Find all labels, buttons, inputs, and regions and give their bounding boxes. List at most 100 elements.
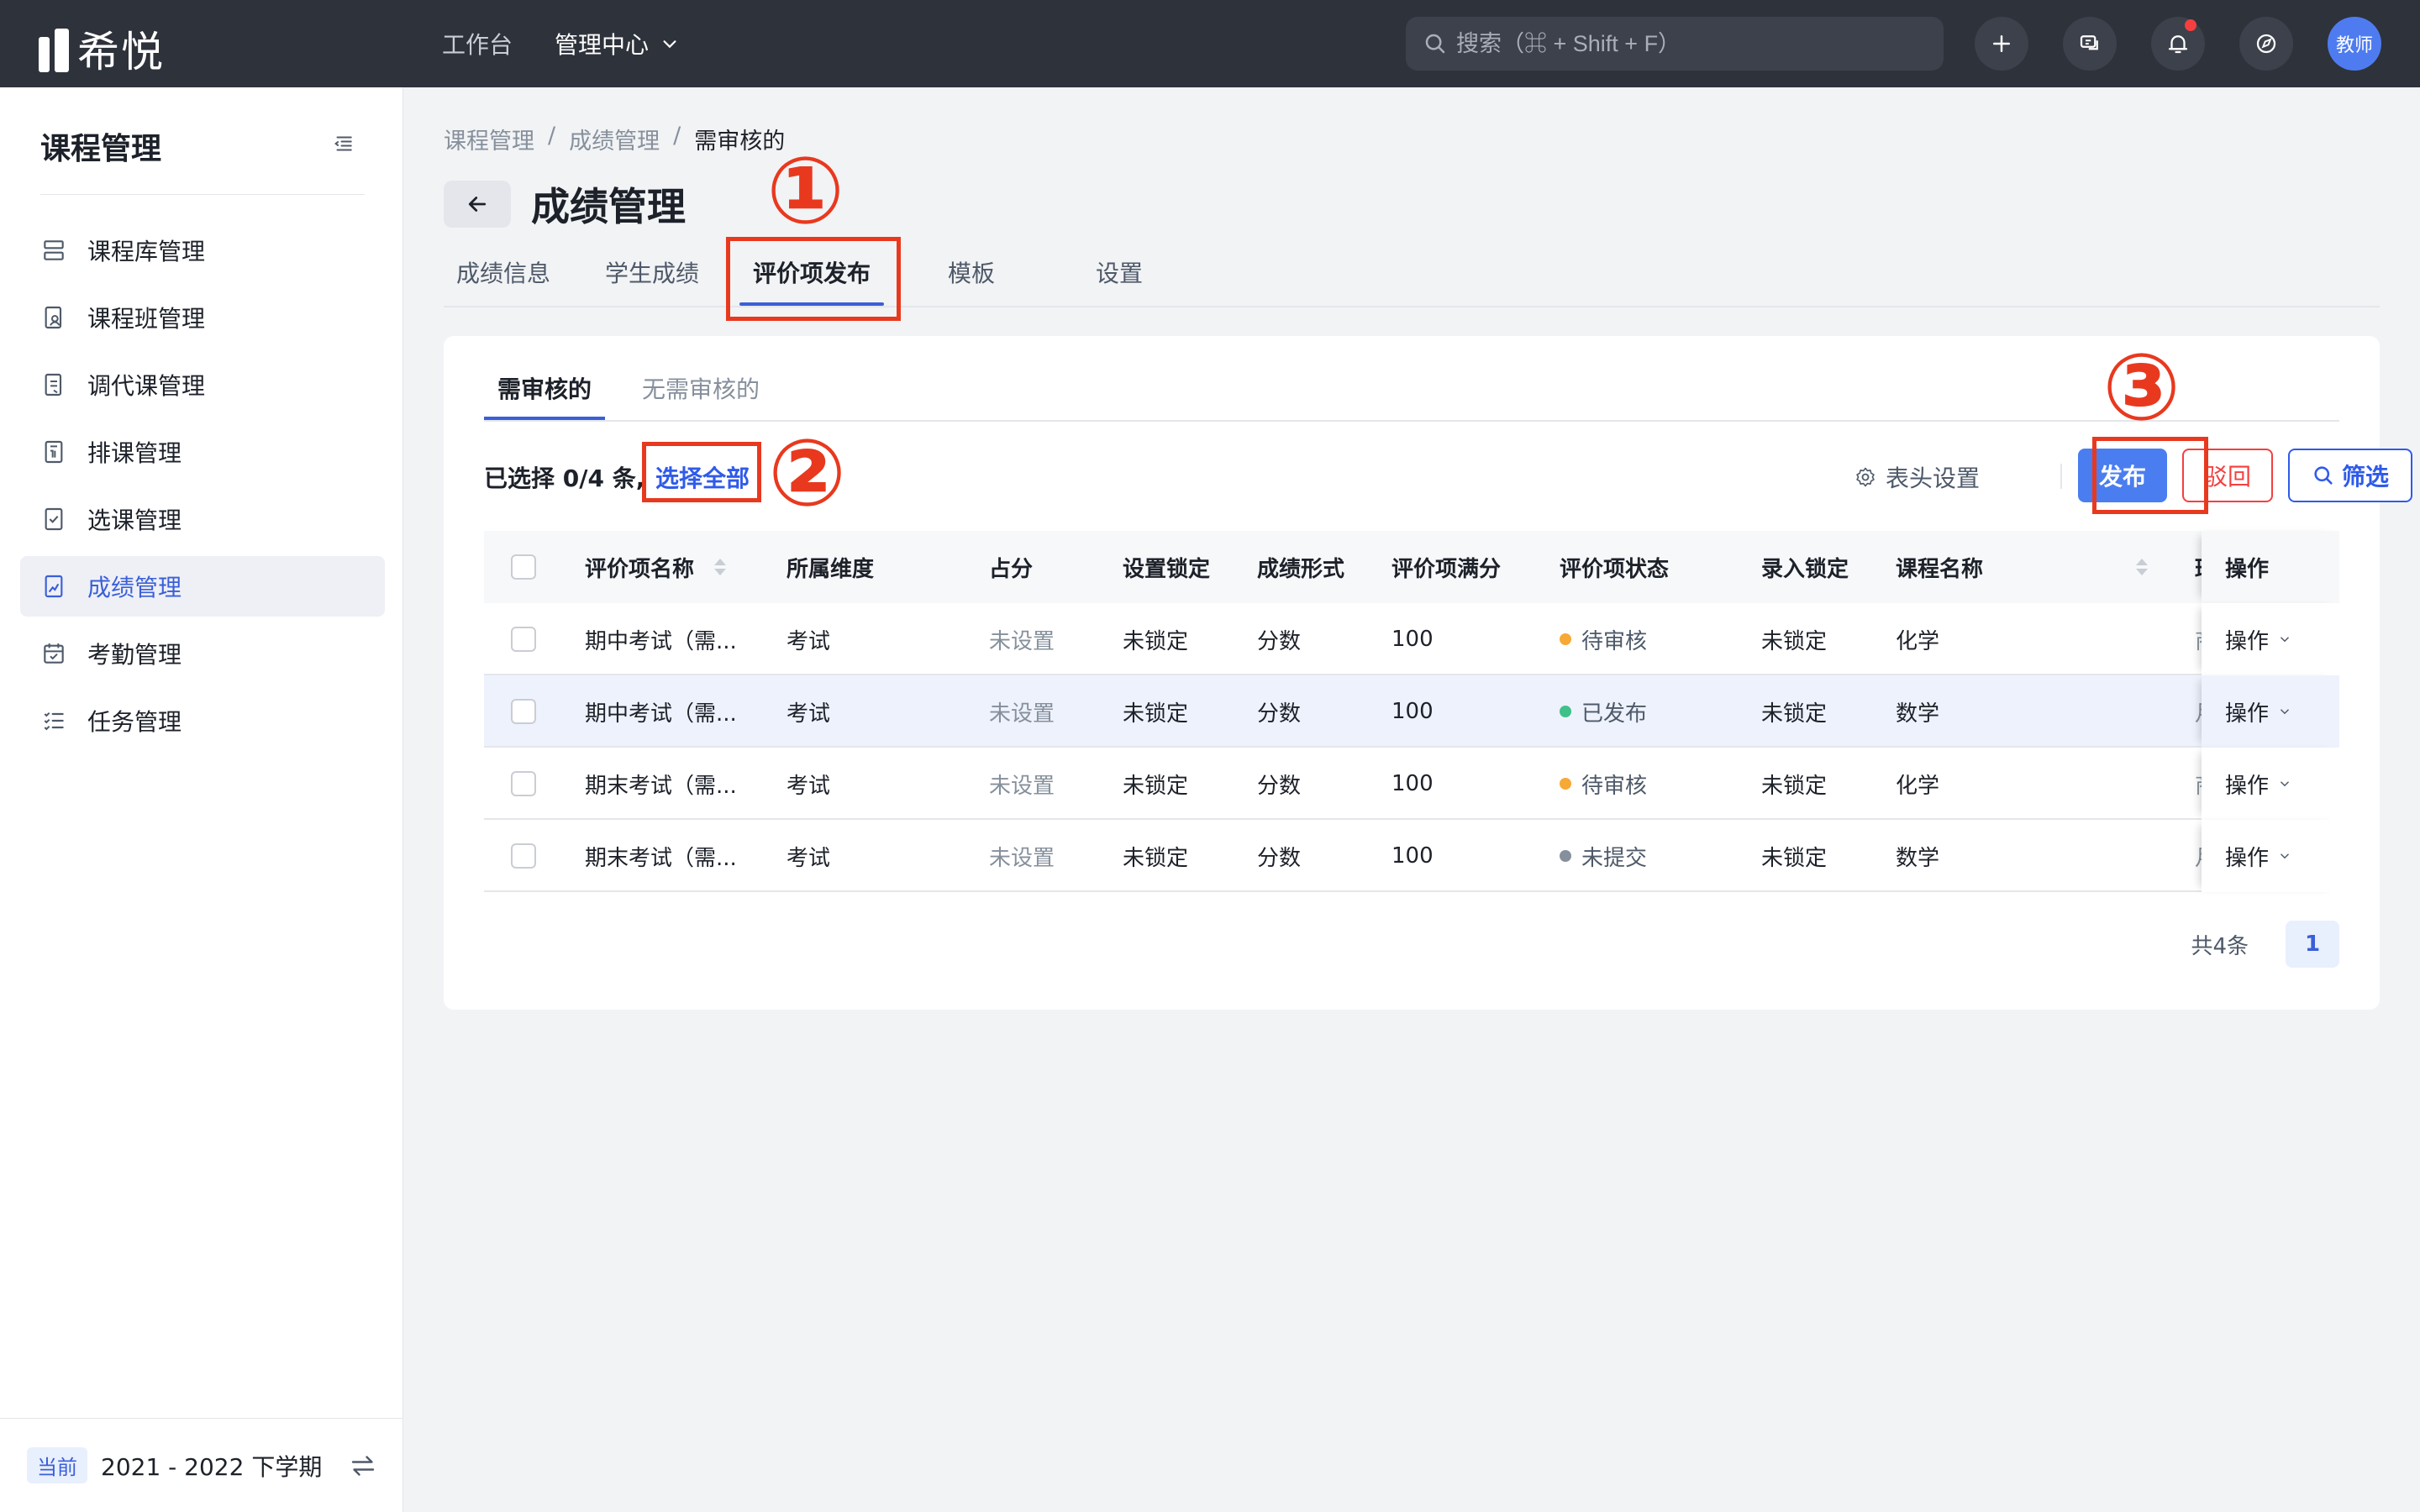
notifications-button[interactable]: [2151, 17, 2205, 71]
breadcrumb-item[interactable]: 课程管理: [444, 123, 534, 155]
nav-admin-center[interactable]: 管理中心: [555, 27, 679, 60]
search-bar[interactable]: [1406, 17, 1944, 71]
header-settings-label: 表头设置: [1886, 465, 1981, 492]
cell-form: 分数: [1257, 628, 1302, 654]
row-actions-dropdown[interactable]: 操作: [2202, 675, 2339, 748]
plus-icon: [1993, 35, 2010, 52]
current-term-tag: 当前: [27, 1447, 87, 1483]
row-checkbox-cell: [511, 675, 536, 748]
class-icon: [45, 306, 62, 329]
cell-dimension: 考试: [786, 773, 831, 799]
col-header-name[interactable]: 评价项名称: [585, 531, 727, 603]
cell-dimension: 考试: [786, 701, 831, 727]
sidebar-item-substitute[interactable]: 调代课管理: [20, 354, 385, 415]
cell-entry-lock: 未锁定: [1761, 773, 1828, 799]
cell-form: 分数: [1257, 773, 1302, 799]
back-button[interactable]: [444, 181, 511, 228]
row-actions-label: 操作: [2225, 773, 2270, 799]
col-header-entry-lock: 录入锁定: [1761, 556, 1849, 582]
filter-label: 筛选: [2341, 463, 2389, 491]
col-header-actions: 操作: [2202, 531, 2339, 603]
logo[interactable]: 希悦: [39, 18, 165, 79]
cell-dimension: 考试: [786, 845, 831, 871]
table-row[interactable]: 期中考试（需... 考试 未设置 未锁定 分数 100 已发布 未锁定 数学 月…: [484, 675, 2339, 748]
top-nav: 工作台 管理中心: [442, 0, 679, 87]
sidebar-item-attendance[interactable]: 考勤管理: [20, 623, 385, 684]
filter-button[interactable]: 筛选: [2288, 449, 2412, 502]
tab-settings[interactable]: 设置: [1096, 255, 1143, 289]
sidebar-item-class[interactable]: 课程班管理: [20, 287, 385, 348]
tab-templates[interactable]: 模板: [948, 255, 995, 289]
sidebar-item-grades[interactable]: 成绩管理: [20, 556, 385, 617]
nav-workbench[interactable]: 工作台: [442, 27, 513, 60]
sort-icon[interactable]: [2136, 559, 2149, 575]
sort-icon[interactable]: [714, 559, 727, 575]
tab-student-grades[interactable]: 学生成绩: [605, 255, 699, 289]
table-row[interactable]: 期末考试（需... 考试 未设置 未锁定 分数 100 未提交 未锁定 数学 月…: [484, 820, 2339, 892]
status-dot: [1560, 778, 1571, 790]
cell-set-lock: 未锁定: [1123, 845, 1189, 871]
attendance-icon: [44, 643, 64, 664]
row-checkbox[interactable]: [511, 843, 536, 869]
chevron-down-icon: [2280, 781, 2290, 787]
cell-entry-lock: 未锁定: [1761, 628, 1828, 654]
search-icon: [2314, 466, 2333, 485]
subtab-no-review[interactable]: 无需审核的: [642, 371, 760, 405]
notification-dot: [2185, 19, 2196, 31]
row-actions-dropdown[interactable]: 操作: [2202, 748, 2339, 820]
cell-form: 分数: [1257, 701, 1302, 727]
substitute-icon: [45, 373, 62, 396]
select-all-checkbox[interactable]: [511, 554, 536, 580]
col-header-label: 评价项名称: [585, 556, 695, 582]
subtab-needs-review[interactable]: 需审核的: [497, 371, 592, 405]
annotation-number: ③: [2102, 333, 2181, 441]
cell-course: 化学: [1896, 628, 1940, 654]
avatar[interactable]: 教师: [2328, 17, 2381, 71]
pagination-total: 共4条: [2191, 933, 2249, 959]
swap-icon[interactable]: [348, 1451, 378, 1481]
content-card: 需审核的 无需审核的 已选择 0/4 条, 选择全部 表头设置 发布 驳回 筛选…: [444, 336, 2412, 1010]
sidebar-item-label: 调代课管理: [87, 372, 206, 400]
cell-course: 数学: [1896, 845, 1940, 871]
row-checkbox[interactable]: [511, 699, 536, 724]
breadcrumb-item[interactable]: 成绩管理: [569, 123, 660, 155]
nav-workbench-label: 工作台: [442, 31, 513, 59]
nav-admin-center-label: 管理中心: [555, 31, 650, 59]
messages-button[interactable]: [2063, 17, 2117, 71]
search-input[interactable]: [1456, 30, 1927, 57]
sidebar-item-schedule[interactable]: 排课管理: [20, 422, 385, 482]
schedule-icon: [45, 440, 63, 464]
sidebar-item-selection[interactable]: 选课管理: [20, 489, 385, 549]
sidebar-header: 课程管理: [40, 124, 365, 195]
sidebar-item-label: 排课管理: [87, 439, 182, 467]
grade-icon: [45, 575, 63, 598]
cell-full: 100: [1392, 699, 1434, 724]
pagination-page[interactable]: 1: [2286, 921, 2339, 968]
col-header-label: 课程名称: [1896, 556, 1984, 582]
cell-score: 未设置: [989, 701, 1055, 727]
table-row[interactable]: 期末考试（需... 考试 未设置 未锁定 分数 100 待审核 未锁定 化学 商…: [484, 748, 2339, 820]
sidebar-item-course-library[interactable]: 课程库管理: [20, 220, 385, 281]
collapse-sidebar-icon[interactable]: [331, 131, 356, 156]
message-icon: [2080, 35, 2098, 50]
active-subtab-indicator: [484, 417, 605, 420]
sidebar-item-label: 课程班管理: [87, 305, 206, 333]
row-actions-dropdown[interactable]: 操作: [2202, 820, 2339, 892]
sidebar-item-tasks[interactable]: 任务管理: [20, 690, 385, 751]
status-label: 未提交: [1581, 845, 1648, 871]
col-header-course[interactable]: 课程名称: [1896, 531, 2149, 603]
chevron-down-icon: [2280, 853, 2290, 859]
table-row[interactable]: 期中考试（需... 考试 未设置 未锁定 分数 100 待审核 未锁定 化学 商…: [484, 603, 2339, 675]
row-checkbox[interactable]: [511, 627, 536, 652]
row-actions-dropdown[interactable]: 操作: [2202, 603, 2339, 675]
sidebar-title: 课程管理: [40, 132, 162, 166]
chevron-down-icon: [2280, 709, 2290, 715]
annotation-number: ①: [766, 137, 845, 244]
add-button[interactable]: [1975, 17, 2028, 71]
header-settings-button[interactable]: 表头设置: [1854, 460, 1980, 494]
row-checkbox[interactable]: [511, 771, 536, 796]
status-label: 待审核: [1581, 773, 1648, 799]
pagination: 共4条 1: [2191, 921, 2339, 968]
explore-button[interactable]: [2239, 17, 2293, 71]
tab-grade-info[interactable]: 成绩信息: [456, 255, 550, 289]
